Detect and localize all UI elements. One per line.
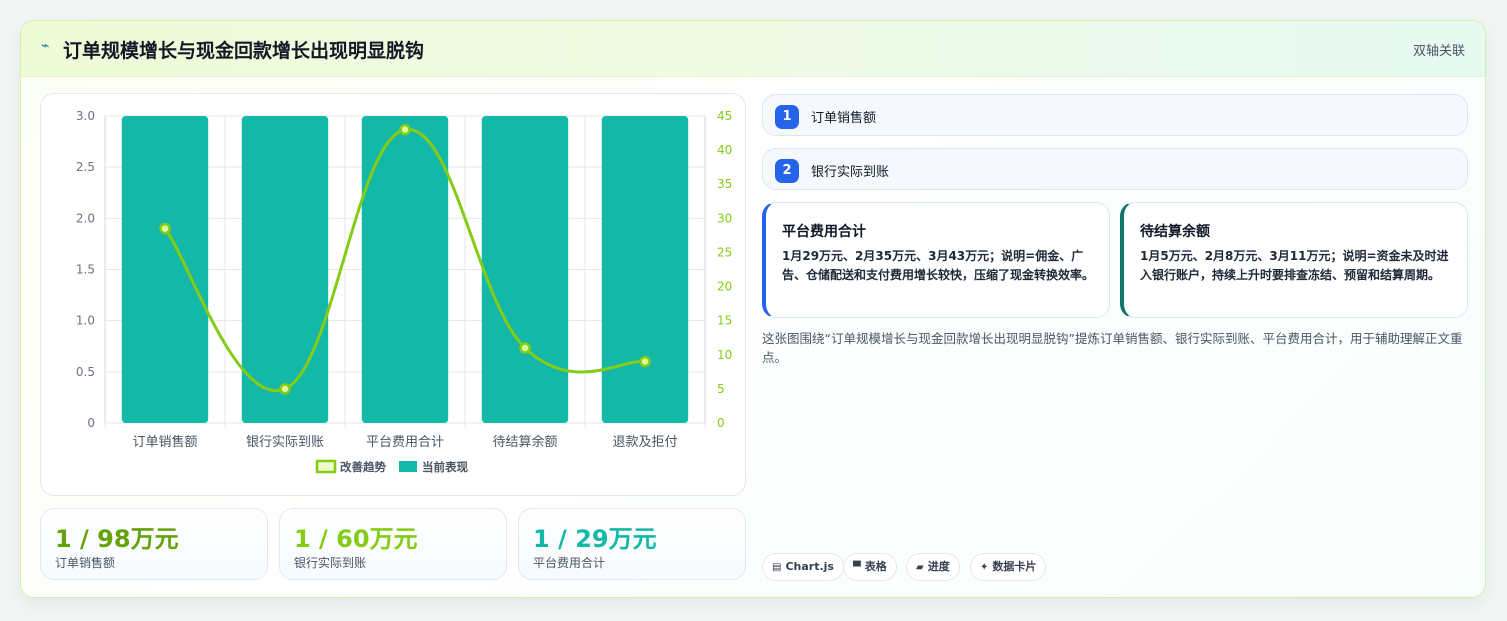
x-tick-label: 订单销售额 bbox=[132, 434, 197, 450]
chip-table[interactable]: ▀ 表格 bbox=[843, 553, 897, 581]
kpi-card: 1 / 29万元 平台费用合计 bbox=[518, 508, 746, 580]
y-left-tick-label: 0 bbox=[87, 416, 95, 430]
bar bbox=[361, 116, 449, 423]
kpi-label: 平台费用合计 bbox=[533, 556, 606, 570]
x-tick-label: 银行实际到账 bbox=[246, 435, 324, 450]
summary-text: 这张图围绕“订单规模增长与现金回款增长出现明显脱钩”提炼订单销售额、银行实际到账… bbox=[762, 331, 1463, 365]
note-title: 待结算余额 bbox=[1140, 224, 1210, 240]
bar bbox=[241, 116, 329, 423]
main-card: ⌁ 订单规模增长与现金回款增长出现明显脱钩 双轴关联 0 0.5 1.0 1.5 2.0… bbox=[20, 20, 1486, 598]
trend-point bbox=[159, 222, 171, 235]
kpi-value: 1 / 29万元 bbox=[533, 525, 657, 553]
y-right-tick-label: 30 bbox=[717, 211, 732, 225]
note-title: 平台费用合计 bbox=[782, 224, 866, 240]
page-title: 订单规模增长与现金回款增长出现明显脱钩 bbox=[63, 40, 425, 62]
y-left-tick-label: 1.0 bbox=[76, 314, 95, 328]
legend-label: 当前表现 bbox=[422, 460, 468, 474]
kpi-label: 订单销售额 bbox=[55, 556, 116, 570]
trend-point bbox=[639, 355, 651, 368]
y-left-tick-label: 0.5 bbox=[76, 365, 95, 379]
legend-swatch bbox=[315, 459, 337, 474]
note-body: 1月29万元、2月35万元、3月43万元；说明=佣金、广告、仓储配送和支付费用增… bbox=[782, 249, 1095, 282]
y-right-tick-label: 10 bbox=[717, 348, 732, 362]
chart-icon: ▤ bbox=[772, 562, 782, 573]
y-right-tick-label: 35 bbox=[717, 177, 732, 191]
step-number-badge: 1 bbox=[775, 105, 799, 129]
y-right-tick-label: 45 bbox=[717, 109, 732, 123]
chip-chartjs[interactable]: ▤ Chart.js bbox=[762, 553, 844, 581]
step-item: 2 银行实际到账 bbox=[762, 148, 1468, 190]
y-right-tick-label: 15 bbox=[717, 314, 732, 328]
note-body: 1月5万元、2月8万元、3月11万元；说明=资金未及时进入银行账户，持续上升时要… bbox=[1140, 249, 1449, 282]
combo-chart: 0 0.5 1.0 1.5 2.0 2.5 3.0 0 5 10 15 20 25 30 35 40 45 订单销… bbox=[76, 109, 732, 474]
trend-point bbox=[399, 123, 411, 136]
legend-label: 改善趋势 bbox=[340, 460, 386, 474]
step-item: 1 订单销售额 bbox=[762, 94, 1468, 136]
y-left-tick-label: 2.5 bbox=[76, 160, 95, 174]
y-right-tick-label: 20 bbox=[717, 280, 732, 294]
card-icon: ✦ bbox=[980, 562, 989, 573]
y-left-tick-label: 3.0 bbox=[76, 109, 95, 123]
legend-swatch bbox=[399, 461, 417, 472]
note-card: 平台费用合计 1月29万元、2月35万元、3月43万元；说明=佣金、广告、仓储配… bbox=[762, 202, 1110, 318]
y-right-tick-label: 40 bbox=[717, 143, 732, 157]
x-tick-label: 退款及拒付 bbox=[612, 435, 677, 450]
bar bbox=[481, 116, 569, 423]
y-right-tick-label: 25 bbox=[717, 245, 732, 259]
x-tick-label: 待结算余额 bbox=[492, 434, 557, 450]
y-right-tick-label: 0 bbox=[717, 416, 725, 430]
y-right-tick-label: 5 bbox=[717, 382, 725, 396]
chip-label: 进度 bbox=[927, 560, 950, 573]
progress-icon: ▰ bbox=[916, 562, 924, 573]
trend-icon: ⌁ bbox=[41, 38, 50, 54]
chip-progress[interactable]: ▰ 进度 bbox=[906, 553, 960, 581]
step-label: 订单销售额 bbox=[811, 111, 877, 126]
kpi-value: 1 / 60万元 bbox=[294, 525, 418, 553]
y-left-tick-label: 1.5 bbox=[76, 263, 95, 277]
note-card: 待结算余额 1月5万元、2月8万元、3月11万元；说明=资金未及时进入银行账户，… bbox=[1120, 202, 1468, 318]
kpi-card: 1 / 98万元 订单销售额 bbox=[40, 508, 268, 580]
step-number-badge: 2 bbox=[775, 159, 799, 183]
trend-point bbox=[279, 383, 291, 395]
table-icon: ▀ bbox=[853, 562, 861, 573]
bar bbox=[121, 116, 209, 423]
y-left-tick-label: 2.0 bbox=[76, 211, 95, 225]
chip-label: 数据卡片 bbox=[992, 560, 1037, 573]
chip-data-card[interactable]: ✦ 数据卡片 bbox=[970, 553, 1047, 581]
bar bbox=[601, 116, 689, 423]
card-header: ⌁ 订单规模增长与现金回款增长出现明显脱钩 双轴关联 bbox=[21, 21, 1485, 77]
x-tick-label: 平台费用合计 bbox=[366, 435, 444, 450]
trend-point bbox=[519, 342, 531, 354]
chip-label: 表格 bbox=[864, 560, 887, 573]
kpi-value: 1 / 98万元 bbox=[55, 525, 179, 553]
chip-label: Chart.js bbox=[785, 560, 834, 573]
header-tag: 双轴关联 bbox=[1412, 44, 1465, 59]
chart-panel: 0 0.5 1.0 1.5 2.0 2.5 3.0 0 5 10 15 20 25 30 35 40 45 订单销… bbox=[40, 93, 746, 496]
kpi-card: 1 / 60万元 银行实际到账 bbox=[279, 508, 507, 580]
step-label: 银行实际到账 bbox=[811, 165, 890, 180]
kpi-label: 银行实际到账 bbox=[294, 556, 367, 570]
